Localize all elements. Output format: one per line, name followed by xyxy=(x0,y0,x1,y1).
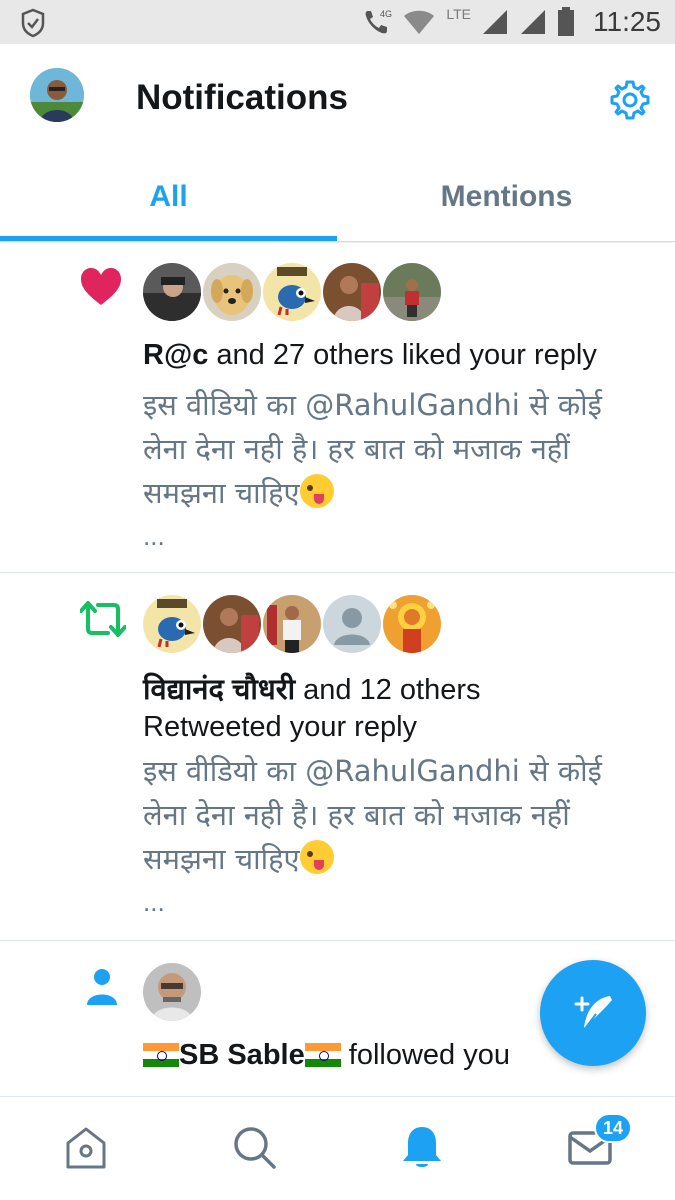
wifi-icon xyxy=(404,10,435,34)
home-icon[interactable] xyxy=(62,1123,110,1171)
action-text: and 27 others liked your reply xyxy=(208,339,597,371)
notification-retweet[interactable]: विद्यानंद चौधरी and 12 others Retweeted … xyxy=(0,573,675,941)
liker-avatars xyxy=(143,263,441,321)
tweet-text: इस वीडियो का @RahulGandhi से कोई लेना दे… xyxy=(143,388,602,510)
notification-tabs: All Mentions xyxy=(0,154,675,242)
india-flag-emoji xyxy=(304,1043,341,1067)
avatar[interactable] xyxy=(143,263,201,321)
notification-text: विद्यानंद चौधरी and 12 others xyxy=(143,669,481,708)
tweet-preview[interactable]: इस वीडियो का @RahulGandhi से कोई लेना दे… xyxy=(143,383,643,515)
tab-all[interactable]: All xyxy=(0,154,337,240)
action-text: followed you xyxy=(340,1039,510,1071)
active-tab-indicator xyxy=(0,236,337,241)
notification-text: SB Sable followed you xyxy=(143,1039,510,1072)
lte-label: LTE xyxy=(446,6,471,22)
avatar[interactable] xyxy=(263,595,321,653)
avatar[interactable] xyxy=(383,263,441,321)
profile-avatar[interactable] xyxy=(30,68,84,122)
winking-tongue-emoji xyxy=(299,840,334,874)
bottom-navigation: 14 xyxy=(0,1096,675,1200)
avatar[interactable] xyxy=(263,263,321,321)
avatar-default[interactable] xyxy=(323,595,381,653)
profile-avatar-image xyxy=(30,68,84,122)
notification-like[interactable]: R@c and 27 others liked your reply इस वी… xyxy=(0,243,675,573)
avatar[interactable] xyxy=(323,263,381,321)
actor-name[interactable]: R@c xyxy=(143,339,208,371)
status-time: 11:25 xyxy=(593,6,661,37)
tweet-text: इस वीडियो का @RahulGandhi से कोई लेना दे… xyxy=(143,754,602,876)
avatar[interactable] xyxy=(143,595,201,653)
follow-person-icon xyxy=(87,969,117,1005)
actor-name[interactable]: विद्यानंद चौधरी xyxy=(143,674,295,706)
compose-feather-icon xyxy=(574,996,612,1031)
settings-gear-icon[interactable] xyxy=(608,78,652,122)
avatar[interactable] xyxy=(143,963,201,1021)
notifications-bell-icon[interactable] xyxy=(398,1123,446,1171)
truncation-ellipsis: ... xyxy=(143,521,165,551)
wifi-call-icon: 4G xyxy=(365,9,392,34)
heart-icon xyxy=(81,268,121,305)
retweeter-avatars xyxy=(143,595,441,653)
signal-icon xyxy=(483,10,507,34)
tab-mentions[interactable]: Mentions xyxy=(338,154,675,240)
action-text-line2: Retweeted your reply xyxy=(143,711,418,743)
avatar[interactable] xyxy=(383,595,441,653)
follower-avatars xyxy=(143,963,201,1021)
status-bar: 4G LTE 11:25 xyxy=(0,0,675,44)
tweet-preview[interactable]: इस वीडियो का @RahulGandhi से कोई लेना दे… xyxy=(143,749,643,881)
signal-icon-2 xyxy=(521,10,545,34)
actor-name[interactable]: SB Sable xyxy=(179,1039,305,1071)
notification-text: R@c and 27 others liked your reply xyxy=(143,339,597,372)
india-flag-emoji xyxy=(143,1043,179,1067)
compose-tweet-button[interactable] xyxy=(540,960,646,1066)
action-text: and 12 others xyxy=(295,674,481,706)
battery-icon xyxy=(558,7,574,36)
page-title: Notifications xyxy=(136,78,348,117)
winking-tongue-emoji xyxy=(299,474,334,508)
avatar[interactable] xyxy=(203,263,261,321)
shield-icon xyxy=(21,8,45,38)
network-type-label: 4G xyxy=(380,9,392,19)
app-header: Notifications xyxy=(0,44,675,154)
retweet-icon xyxy=(80,601,126,637)
truncation-ellipsis: ... xyxy=(143,887,165,917)
search-icon[interactable] xyxy=(230,1123,278,1171)
avatar[interactable] xyxy=(203,595,261,653)
messages-unread-badge: 14 xyxy=(594,1113,632,1143)
